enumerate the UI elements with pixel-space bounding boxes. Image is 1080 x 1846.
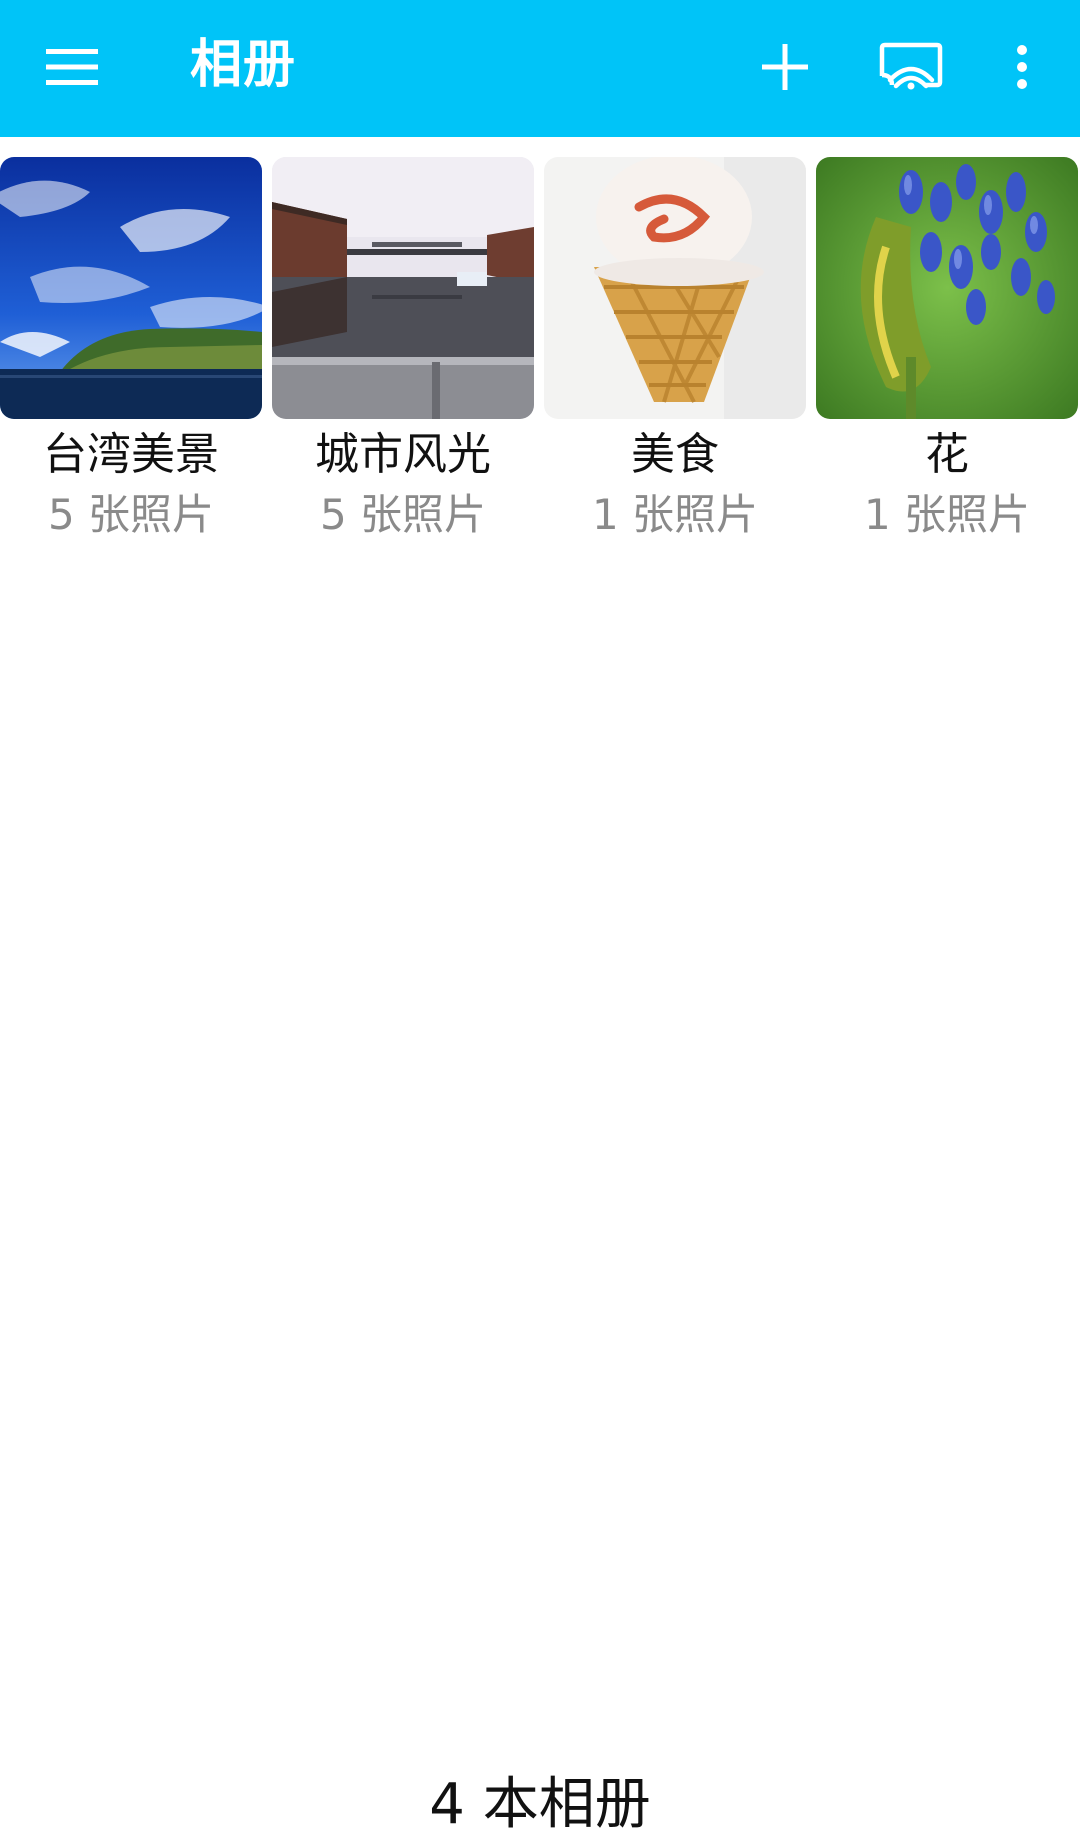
album-thumbnail[interactable]	[272, 157, 534, 419]
app-bar: 相册	[0, 0, 1080, 137]
album-count-summary: 4 本相册	[429, 1772, 651, 1837]
ice-cream-image	[544, 157, 806, 419]
page-title: 相册	[190, 35, 297, 95]
album-photo-count: 5 张照片	[47, 490, 215, 539]
album-card-flowers[interactable]: 花 1 张照片	[816, 157, 1078, 547]
album-photo-count: 1 张照片	[863, 490, 1031, 539]
album-thumbnail[interactable]	[544, 157, 806, 419]
album-thumbnail[interactable]	[0, 157, 262, 419]
flower-image	[816, 157, 1078, 419]
album-card-city-scenery[interactable]: 城市风光 5 张照片	[272, 157, 534, 547]
more-vertical-icon	[1015, 44, 1029, 90]
plus-icon	[762, 44, 808, 90]
hamburger-menu-icon	[46, 47, 98, 87]
cast-button[interactable]	[866, 22, 956, 112]
album-photo-count: 1 张照片	[591, 490, 759, 539]
album-photo-count: 5 张照片	[319, 490, 487, 539]
menu-button[interactable]	[27, 22, 117, 112]
album-name: 台湾美景	[43, 429, 219, 480]
cast-screen-icon	[878, 42, 944, 92]
coastline-image	[0, 157, 262, 419]
album-grid: 台湾美景 5 张照片 城市风光 5 张照片 美食 1 张照片 花 1 张照片	[0, 157, 1080, 547]
album-name: 美食	[631, 429, 719, 480]
album-card-food[interactable]: 美食 1 张照片	[544, 157, 806, 547]
add-album-button[interactable]	[740, 22, 830, 112]
album-name: 城市风光	[315, 429, 491, 480]
album-list-screen: 相册 台湾美景 5 张照片 城市风光 5 张照片 美食 1 张照片 花 1 张照…	[0, 0, 1080, 1846]
more-options-button[interactable]	[977, 22, 1067, 112]
harbor-image	[272, 157, 534, 419]
album-name: 花	[925, 429, 969, 480]
album-card-taiwan-scenery[interactable]: 台湾美景 5 张照片	[0, 157, 262, 547]
album-thumbnail[interactable]	[816, 157, 1078, 419]
